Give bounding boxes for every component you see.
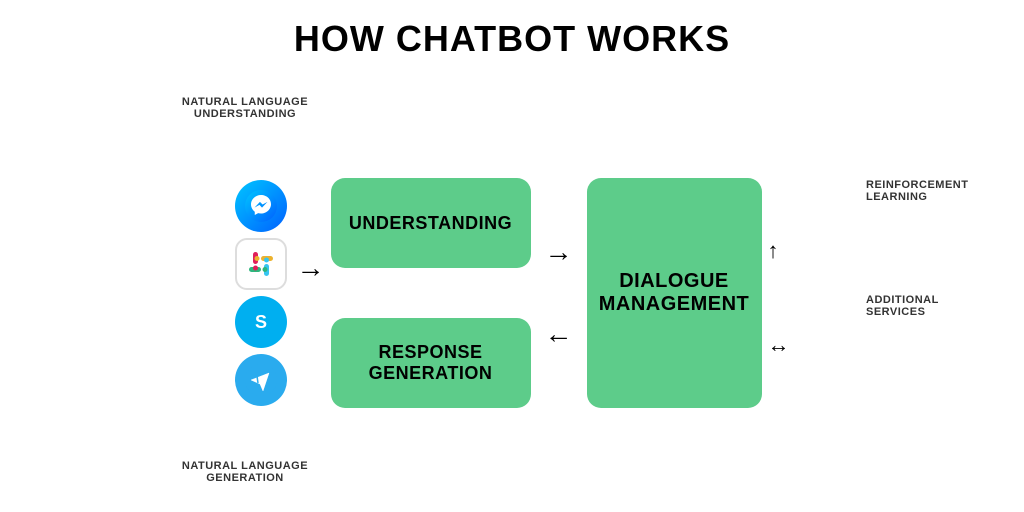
telegram-icon: [235, 354, 287, 406]
arrow-to-understanding: →: [297, 252, 325, 284]
label-as: ADDITIONALSERVICES: [866, 294, 996, 318]
dialogue-box: DIALOGUEMANAGEMENT: [587, 178, 762, 408]
icons-column: S: [235, 180, 287, 406]
svg-text:S: S: [254, 312, 266, 332]
mid-arrows: → ←: [539, 236, 579, 350]
messenger-icon: [235, 180, 287, 232]
response-box: RESPONSEGENERATION: [331, 318, 531, 408]
label-nlu: NATURAL LANGUAGEUNDERSTANDING: [175, 96, 315, 120]
arrow-right-understanding: →: [545, 236, 573, 268]
right-arrows: ↑ ↔: [768, 228, 790, 358]
rl-arrow: ↑: [768, 238, 779, 264]
understanding-box: UNDERSTANDING: [331, 178, 531, 268]
skype-icon: S: [235, 296, 287, 348]
rl-arrow-row: ↑: [768, 238, 779, 264]
slack-icon: [235, 238, 287, 290]
diagram: NATURAL LANGUAGEUNDERSTANDING NATURAL LA…: [0, 74, 1024, 512]
middle-column: UNDERSTANDING RESPONSEGENERATION: [331, 178, 531, 408]
page: HOW CHATBOT WORKS NATURAL LANGUAGEUNDERS…: [0, 0, 1024, 512]
label-nlg: NATURAL LANGUAGEGENERATION: [175, 460, 315, 484]
arrow-left-response: ←: [545, 318, 573, 350]
label-rl: REINFORCEMENTLEARNING: [866, 179, 996, 203]
as-arrow: ↔: [768, 332, 790, 358]
as-arrow-row: ↔: [768, 332, 790, 358]
page-title: HOW CHATBOT WORKS: [294, 18, 730, 60]
